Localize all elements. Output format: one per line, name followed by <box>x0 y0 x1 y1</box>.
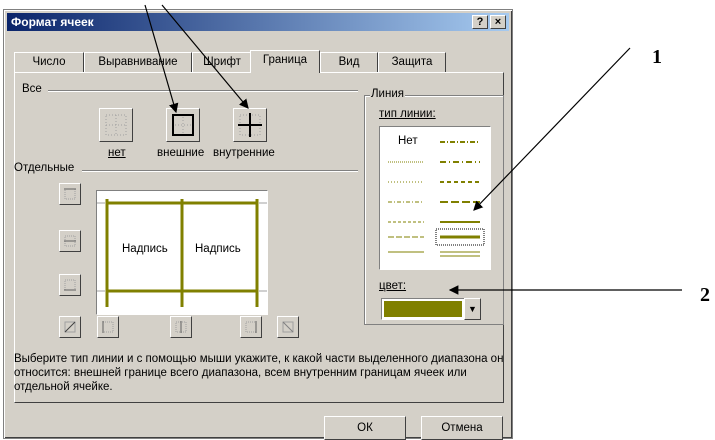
diagonal-down-icon <box>282 321 294 333</box>
ok-button[interactable]: ОК <box>324 416 406 440</box>
border-divider <box>82 170 358 172</box>
tab-font[interactable]: Шрифт <box>192 52 252 72</box>
preset-none-button[interactable] <box>99 108 133 142</box>
preset-none-icon <box>105 114 127 136</box>
preset-none-label: нет <box>108 147 126 159</box>
border-right-icon <box>245 321 257 333</box>
preset-outline-label: внешние <box>157 147 205 159</box>
title-bar: Формат ячеек ? × <box>7 13 509 31</box>
color-label: цвет: <box>379 280 407 292</box>
preset-inside-label: внутренние <box>213 147 275 159</box>
border-top-icon <box>64 188 76 200</box>
border-bottom-button[interactable] <box>59 274 81 296</box>
border-diagonal-up-button[interactable] <box>59 316 81 338</box>
annotation-1: 1 <box>652 46 662 68</box>
preset-outline-icon <box>172 114 194 136</box>
dialog-title: Формат ячеек <box>11 15 94 29</box>
close-button[interactable]: × <box>490 15 506 29</box>
border-left-button[interactable] <box>97 316 119 338</box>
preset-inside-icon <box>238 113 262 137</box>
line-group-label: Линия <box>370 88 405 100</box>
border-preview[interactable]: Надпись Надпись <box>96 190 268 315</box>
border-top-button[interactable] <box>59 183 81 205</box>
format-cells-dialog: Формат ячеек ? × Число Выравнивание Шриф… <box>3 9 513 440</box>
preset-outline-button[interactable] <box>166 108 200 142</box>
help-button[interactable]: ? <box>472 15 488 29</box>
tab-number[interactable]: Число <box>14 52 84 72</box>
border-middle-horizontal-button[interactable] <box>59 230 81 252</box>
chevron-down-icon: ▼ <box>468 304 477 314</box>
preview-cell-text-2: Надпись <box>195 243 241 255</box>
color-picker[interactable] <box>381 298 465 320</box>
presets-divider <box>48 90 358 92</box>
diagonal-up-icon <box>64 321 76 333</box>
color-swatch <box>384 301 462 317</box>
border-group-label: Отдельные <box>14 162 75 174</box>
border-left-icon <box>102 321 114 333</box>
line-style-options <box>388 141 485 257</box>
tab-patterns[interactable]: Вид <box>320 52 378 72</box>
tab-alignment[interactable]: Выравнивание <box>84 52 192 72</box>
border-diagonal-down-button[interactable] <box>277 316 299 338</box>
line-style-label: тип линии: <box>379 108 436 120</box>
preset-inside-button[interactable] <box>233 108 267 142</box>
presets-group-label: Все <box>22 83 42 95</box>
border-inside-vertical-icon <box>175 321 187 333</box>
annotation-2: 2 <box>700 284 710 306</box>
border-bottom-icon <box>64 279 76 291</box>
tab-protection[interactable]: Защита <box>378 52 446 72</box>
border-right-button[interactable] <box>240 316 262 338</box>
tab-border[interactable]: Граница <box>250 50 320 73</box>
border-middle-vertical-button[interactable] <box>170 316 192 338</box>
cancel-button[interactable]: Отмена <box>421 416 503 440</box>
instruction-text: Выберите тип линии и с помощью мыши укаж… <box>14 353 504 393</box>
border-inside-horizontal-icon <box>64 235 76 247</box>
line-style-list[interactable]: Нет <box>379 126 491 270</box>
preview-cell-text-1: Надпись <box>122 243 168 255</box>
color-dropdown-button[interactable]: ▼ <box>464 298 481 320</box>
